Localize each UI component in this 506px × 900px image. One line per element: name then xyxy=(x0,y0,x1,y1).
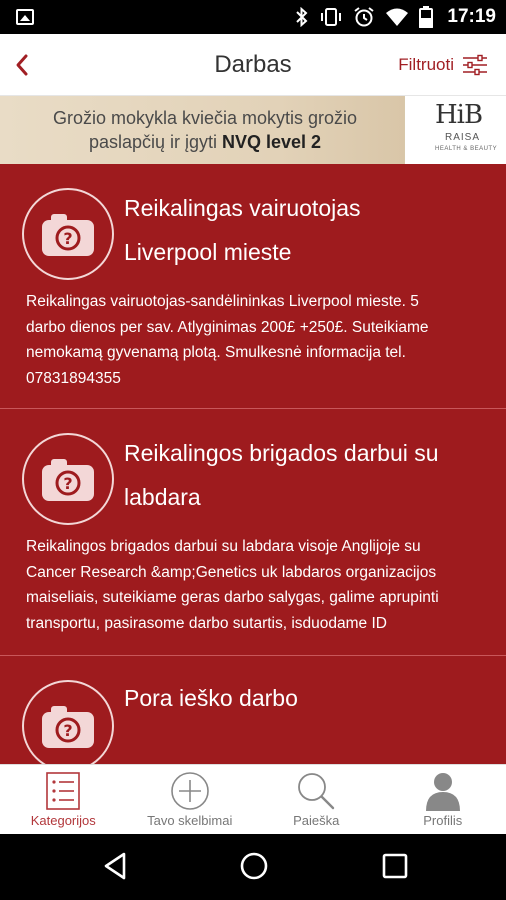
person-icon xyxy=(425,773,460,811)
listing-title: Reikalingos brigados darbui su labdara xyxy=(124,431,486,519)
tab-label: Paieška xyxy=(293,813,340,828)
list-icon xyxy=(46,772,81,810)
listing-feed[interactable]: ? Reikalingas vairuotojas Liverpool mies… xyxy=(0,164,506,764)
placeholder-image-icon: ? xyxy=(22,188,114,280)
tab-label: Profilis xyxy=(423,813,463,828)
tab-label: Tavo skelbimai xyxy=(147,813,233,828)
listing-title-line-2: Liverpool mieste xyxy=(124,239,292,265)
svg-text:?: ? xyxy=(63,229,72,248)
listing-desc-line: Cancer Research &amp;Genetics uk labdaro… xyxy=(26,563,437,581)
ad-banner[interactable]: Grožio mokykla kviečia mokytis grožio pa… xyxy=(0,96,506,164)
listing-desc-line: darbo dienos per sav. Atlyginimas 200£ +… xyxy=(26,318,429,336)
listing-title-line-1: Pora ieško darbo xyxy=(124,685,298,711)
banner-text: Grožio mokykla kviečia mokytis grožio pa… xyxy=(20,106,390,154)
banner-line-2: paslapčių ir įgyti NVQ level 2 xyxy=(20,130,390,154)
banner-line-2-prefix: paslapčių ir įgyti xyxy=(88,132,222,152)
plus-circle-icon xyxy=(170,772,209,810)
listing-card[interactable]: ? Pora ieško darbo xyxy=(0,656,506,764)
tab-label: Kategorijos xyxy=(30,813,96,828)
chevron-left-icon xyxy=(16,54,28,76)
filter-label: Filtruoti xyxy=(398,55,454,74)
svg-text:?: ? xyxy=(63,474,72,493)
placeholder-image-icon: ? xyxy=(22,680,114,764)
filter-button[interactable]: Filtruoti xyxy=(398,52,488,78)
system-nav-bar xyxy=(0,834,506,900)
listing-card[interactable]: ? Reikalingas vairuotojas Liverpool mies… xyxy=(0,164,506,409)
listing-description: Reikalingos brigados darbui su labdara v… xyxy=(26,534,488,636)
status-time: 17:19 xyxy=(447,6,496,27)
svg-text:?: ? xyxy=(63,721,72,740)
placeholder-image-icon: ? xyxy=(22,433,114,525)
listing-desc-line: Reikalingas vairuotojas-sandėlininkas Li… xyxy=(26,293,419,310)
banner-logo: HiB RAISA HEALTH & BEAUTY xyxy=(404,96,506,164)
listing-desc-line: 07831894355 xyxy=(26,369,121,387)
listing-title-line-1: Reikalingos brigados darbui su xyxy=(124,440,439,466)
bottom-tab-bar: Kategorijos Tavo skelbimai Paieška Profi… xyxy=(0,764,506,834)
listing-desc-line: nemokamą gyvenamą plotą. Smulkesnė infor… xyxy=(26,344,406,361)
tab-paieska[interactable]: Paieška xyxy=(253,765,380,834)
banner-line-1: Grožio mokykla kviečia mokytis grožio xyxy=(52,108,358,128)
tab-profilis[interactable]: Profilis xyxy=(380,765,506,834)
listing-title-line-2: labdara xyxy=(124,484,201,510)
home-circle-icon[interactable] xyxy=(239,851,269,881)
battery-icon xyxy=(419,6,434,28)
alarm-icon xyxy=(354,7,374,27)
listing-desc-line: transportu, pasirasome darbo sutartis, i… xyxy=(26,614,387,632)
listing-card[interactable]: ? Reikalingos brigados darbui su labdara… xyxy=(0,409,506,656)
listing-title: Reikalingas vairuotojas Liverpool mieste xyxy=(124,186,486,274)
listing-title-line-1: Reikalingas vairuotojas xyxy=(124,195,361,221)
listing-description: Reikalingas vairuotojas-sandėlininkas Li… xyxy=(26,289,488,391)
listing-desc-line: Reikalingos brigados darbui su labdara v… xyxy=(26,538,421,555)
listing-desc-line: maiseliais, suteikiame geras darbo salyg… xyxy=(26,589,439,606)
vibrate-icon xyxy=(321,8,342,26)
image-icon xyxy=(16,9,34,25)
back-button[interactable] xyxy=(10,51,38,79)
tab-kategorijos[interactable]: Kategorijos xyxy=(0,765,127,834)
recents-square-icon[interactable] xyxy=(381,851,409,881)
logo-subtitle: HEALTH & BEAUTY xyxy=(435,146,498,152)
search-icon xyxy=(298,773,335,810)
listing-title: Pora ieško darbo xyxy=(124,676,486,720)
back-triangle-icon[interactable] xyxy=(102,851,128,881)
logo-name: RAISA xyxy=(445,132,481,143)
status-icons: 17:19 xyxy=(295,6,496,28)
logo-mark: HiB xyxy=(435,100,483,130)
banner-line-2-bold: NVQ level 2 xyxy=(222,132,322,152)
wifi-icon xyxy=(386,8,409,26)
status-bar: 17:19 xyxy=(0,0,506,34)
app-bar: Darbas Filtruoti xyxy=(0,34,506,96)
sliders-icon xyxy=(463,54,487,76)
tab-tavo-skelbimai[interactable]: Tavo skelbimai xyxy=(127,765,254,834)
bluetooth-icon xyxy=(296,7,308,27)
